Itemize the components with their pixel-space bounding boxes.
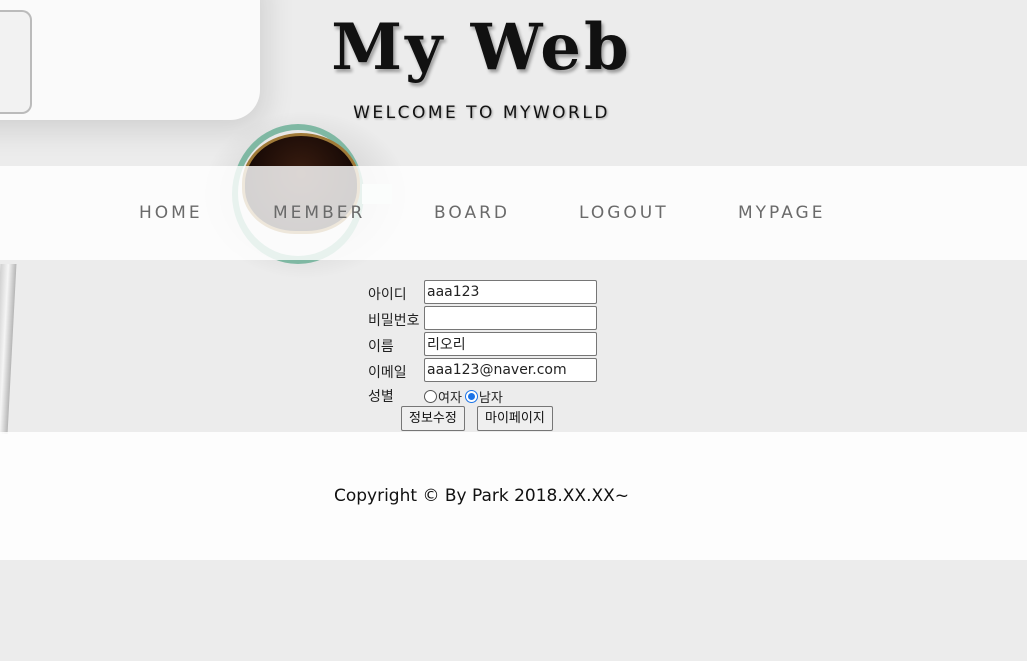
nav-item-logout[interactable]: LOGOUT: [579, 203, 669, 223]
password-input[interactable]: [424, 306, 597, 330]
main-nav: HOME MEMBER BOARD LOGOUT MYPAGE: [0, 166, 1027, 260]
copyright-text: Copyright © By Park 2018.XX.XX~: [333, 486, 630, 506]
gender-male-radio[interactable]: [464, 390, 478, 403]
gender-female-radio[interactable]: [424, 390, 437, 403]
nav-item-mypage[interactable]: MYPAGE: [738, 203, 825, 223]
update-info-button[interactable]: 정보수정: [401, 406, 465, 431]
name-input[interactable]: [424, 332, 597, 356]
id-label: 아이디: [368, 287, 407, 303]
gender-label: 성별: [368, 389, 394, 405]
gender-female-label: 여자: [438, 391, 462, 406]
mypage-button[interactable]: 마이페이지: [477, 406, 553, 431]
gender-radio-group: 여자 남자: [424, 387, 503, 406]
password-label: 비밀번호: [368, 313, 420, 329]
member-edit-form: 아이디 비밀번호 이름 이메일 성별 여자 남자 정보수정 마이페이지: [0, 260, 1027, 432]
email-label: 이메일: [368, 365, 407, 381]
footer: Copyright © By Park 2018.XX.XX~: [0, 432, 1027, 560]
gender-male-label: 남자: [478, 391, 503, 406]
nav-item-home[interactable]: HOME: [139, 203, 203, 223]
id-input[interactable]: [424, 280, 597, 304]
nav-item-board[interactable]: BOARD: [434, 203, 510, 223]
name-label: 이름: [368, 339, 394, 355]
nav-item-member[interactable]: MEMBER: [273, 203, 365, 223]
site-title: My Web: [331, 10, 632, 85]
site-subtitle: WELCOME TO MYWORLD: [353, 103, 610, 123]
email-input[interactable]: [424, 358, 597, 382]
